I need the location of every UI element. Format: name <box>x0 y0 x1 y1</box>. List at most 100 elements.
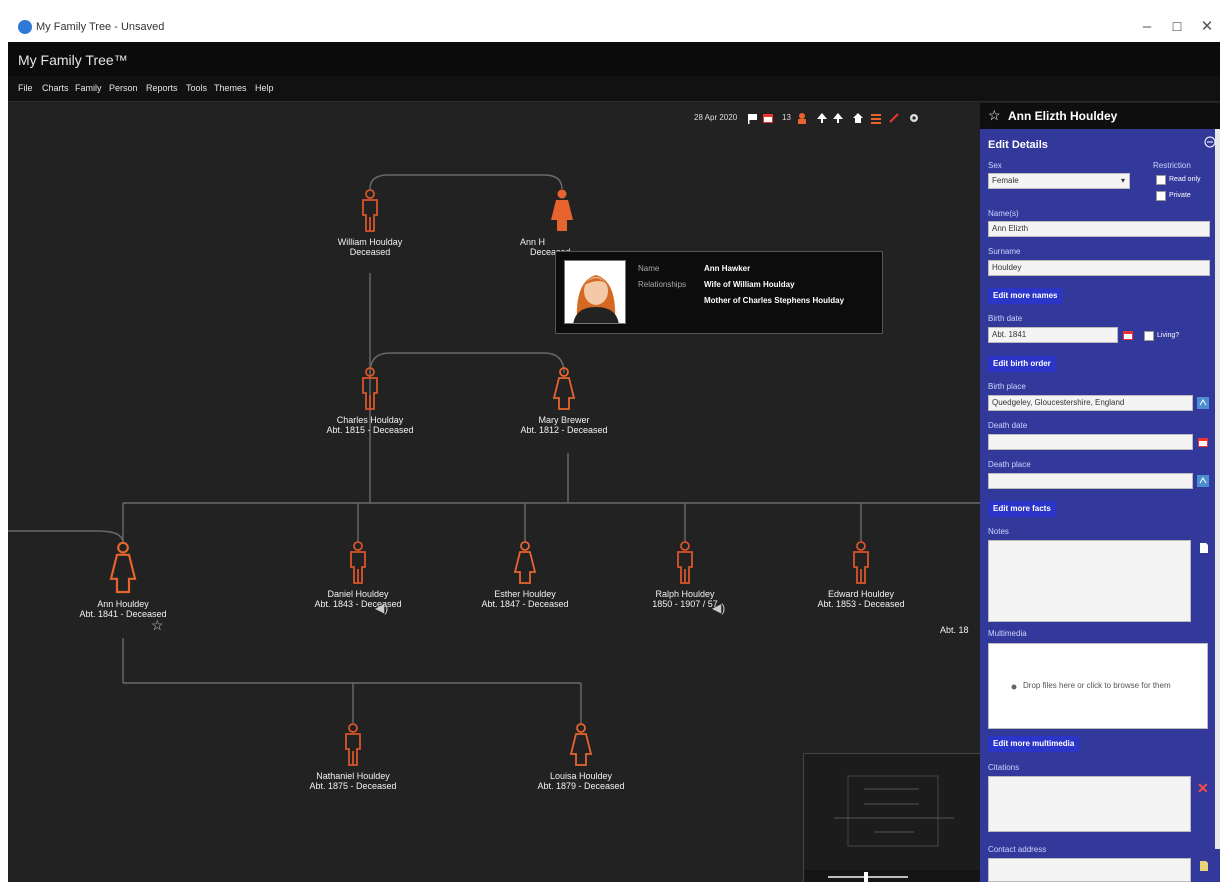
minimap[interactable] <box>803 753 981 882</box>
person-dates: Abt. 1879 - Deceased <box>537 781 625 791</box>
male-figure-icon <box>362 367 378 410</box>
document-icon[interactable] <box>1198 860 1210 872</box>
person-louisa[interactable]: Louisa Houldey Abt. 1879 - Deceased <box>481 723 681 791</box>
bullet-icon <box>1011 684 1017 690</box>
person-ann-hawker[interactable]: Ann H Deceased <box>462 189 662 257</box>
person-name: Edward Houldey <box>827 589 895 599</box>
names-label: Name(s) <box>988 209 1019 218</box>
place-picker-icon[interactable] <box>1197 397 1209 409</box>
person-nathaniel[interactable]: Nathaniel Houldey Abt. 1875 - Deceased <box>253 723 453 791</box>
people-icon[interactable] <box>796 112 808 124</box>
birth-place-input[interactable]: Quedgeley, Gloucestershire, England <box>988 395 1193 411</box>
private-checkbox[interactable] <box>1156 191 1166 201</box>
menu-tools[interactable]: Tools <box>186 83 207 93</box>
sex-select[interactable]: Female ▾ <box>988 173 1130 189</box>
star-icon[interactable]: ☆ <box>151 617 164 634</box>
female-avatar-icon <box>573 275 619 323</box>
sex-label: Sex <box>988 161 1002 170</box>
menu-family[interactable]: Family <box>75 83 102 93</box>
contact-address-textarea[interactable] <box>988 858 1191 882</box>
minimap-preview <box>834 775 954 847</box>
person-ann-houldey[interactable]: Ann Houldey Abt. 1841 - Deceased <box>23 541 223 619</box>
edit-more-facts-button[interactable]: Edit more facts <box>988 501 1056 517</box>
person-edward[interactable]: Edward Houldey Abt. 1853 - Deceased <box>761 541 961 609</box>
dropzone-text: Drop files here or click to browse for t… <box>1023 681 1171 690</box>
calendar-icon[interactable] <box>762 112 774 124</box>
app-title: My Family Tree™ <box>18 52 128 68</box>
speaker-icon[interactable]: ◀) <box>712 601 725 615</box>
document-icon[interactable] <box>1198 542 1210 554</box>
death-date-label: Death date <box>988 421 1028 430</box>
person-tooltip: Name Ann Hawker Relationships Wife of Wi… <box>555 251 883 334</box>
person-ralph[interactable]: Ralph Houldey 1850 - 1907 / 57 <box>585 541 785 609</box>
zoom-slider[interactable] <box>828 876 908 878</box>
place-picker-icon[interactable] <box>1197 475 1209 487</box>
person-mary[interactable]: Mary Brewer Abt. 1812 - Deceased <box>464 367 664 435</box>
female-figure-icon <box>513 541 537 584</box>
speaker-icon[interactable]: ◀) <box>375 601 388 615</box>
living-checkbox[interactable] <box>1144 331 1154 341</box>
multimedia-label: Multimedia <box>988 629 1027 638</box>
surname-input[interactable]: Houldey <box>988 260 1210 276</box>
maximize-button[interactable]: ☐ <box>1162 16 1192 38</box>
calendar-icon[interactable] <box>1122 329 1134 341</box>
birth-date-input[interactable]: Abt. 1841 <box>988 327 1118 343</box>
restriction-label: Restriction <box>1153 161 1191 170</box>
death-place-input[interactable] <box>988 473 1193 489</box>
read-only-checkbox[interactable] <box>1156 175 1166 185</box>
citations-textarea[interactable] <box>988 776 1191 832</box>
list-icon[interactable] <box>870 112 882 124</box>
home-icon[interactable] <box>852 112 864 124</box>
person-name: Nathaniel Houldey <box>316 771 390 781</box>
app-window: My Family Tree - Unsaved – ☐ ✕ My Family… <box>8 12 1220 882</box>
tree-up-icon[interactable] <box>816 112 828 124</box>
tree-down-icon[interactable] <box>832 112 844 124</box>
edit-details-heading: Edit Details <box>988 139 1048 151</box>
zoom-slider-thumb[interactable] <box>864 872 868 882</box>
private-label: Private <box>1169 192 1191 199</box>
person-dates: Deceased <box>349 247 391 257</box>
female-figure-icon <box>551 189 573 231</box>
close-button[interactable]: ✕ <box>1192 16 1220 38</box>
person-william[interactable]: William Houlday Deceased <box>270 189 470 257</box>
title-bar: My Family Tree - Unsaved – ☐ ✕ <box>8 12 1220 42</box>
male-figure-icon <box>350 541 366 584</box>
menu-reports[interactable]: Reports <box>146 83 178 93</box>
tree-canvas[interactable]: 28 Apr 2020 13 William Houlday Deceased … <box>8 103 981 882</box>
multimedia-dropzone[interactable]: Drop files here or click to browse for t… <box>988 643 1208 729</box>
edit-birth-order-button[interactable]: Edit birth order <box>988 356 1056 372</box>
panel-header: ☆ Ann Elizth Houldey <box>980 103 1220 129</box>
minimize-button[interactable]: – <box>1132 16 1162 38</box>
menu-themes[interactable]: Themes <box>214 83 247 93</box>
calendar-icon[interactable] <box>1197 436 1209 448</box>
death-date-input[interactable] <box>988 434 1193 450</box>
delete-icon[interactable]: ✕ <box>1197 780 1209 797</box>
tooltip-relationship-2: Mother of Charles Stephens Houlday <box>704 296 845 305</box>
settings-icon[interactable] <box>908 112 920 124</box>
birth-place-label: Birth place <box>988 382 1026 391</box>
person-charles[interactable]: Charles Houlday Abt. 1815 - Deceased <box>270 367 470 435</box>
panel-person-name: Ann Elizth Houldey <box>1008 109 1118 123</box>
male-figure-icon <box>345 723 361 766</box>
menu-help[interactable]: Help <box>255 83 274 93</box>
female-figure-icon <box>109 541 137 594</box>
minimap-controls[interactable] <box>804 870 980 882</box>
pin-icon[interactable] <box>888 112 900 124</box>
edit-more-multimedia-button[interactable]: Edit more multimedia <box>988 736 1080 752</box>
panel-scrollbar[interactable] <box>1215 129 1220 849</box>
star-icon[interactable]: ☆ <box>988 107 1001 124</box>
flag-icon[interactable] <box>746 112 758 124</box>
person-name: Ann Houldey <box>97 599 149 609</box>
person-name: William Houlday <box>337 237 403 247</box>
notes-label: Notes <box>988 527 1009 536</box>
menu-person[interactable]: Person <box>109 83 138 93</box>
toolbar-date: 28 Apr 2020 <box>694 113 738 122</box>
collapse-icon[interactable] <box>1204 136 1216 148</box>
app-icon <box>18 20 32 34</box>
names-input[interactable]: Ann Elizth <box>988 221 1210 237</box>
notes-textarea[interactable] <box>988 540 1191 622</box>
menu-file[interactable]: File <box>18 83 33 93</box>
menu-charts[interactable]: Charts <box>42 83 69 93</box>
person-dates-partial: Abt. 18 <box>940 625 969 635</box>
edit-more-names-button[interactable]: Edit more names <box>988 288 1063 304</box>
